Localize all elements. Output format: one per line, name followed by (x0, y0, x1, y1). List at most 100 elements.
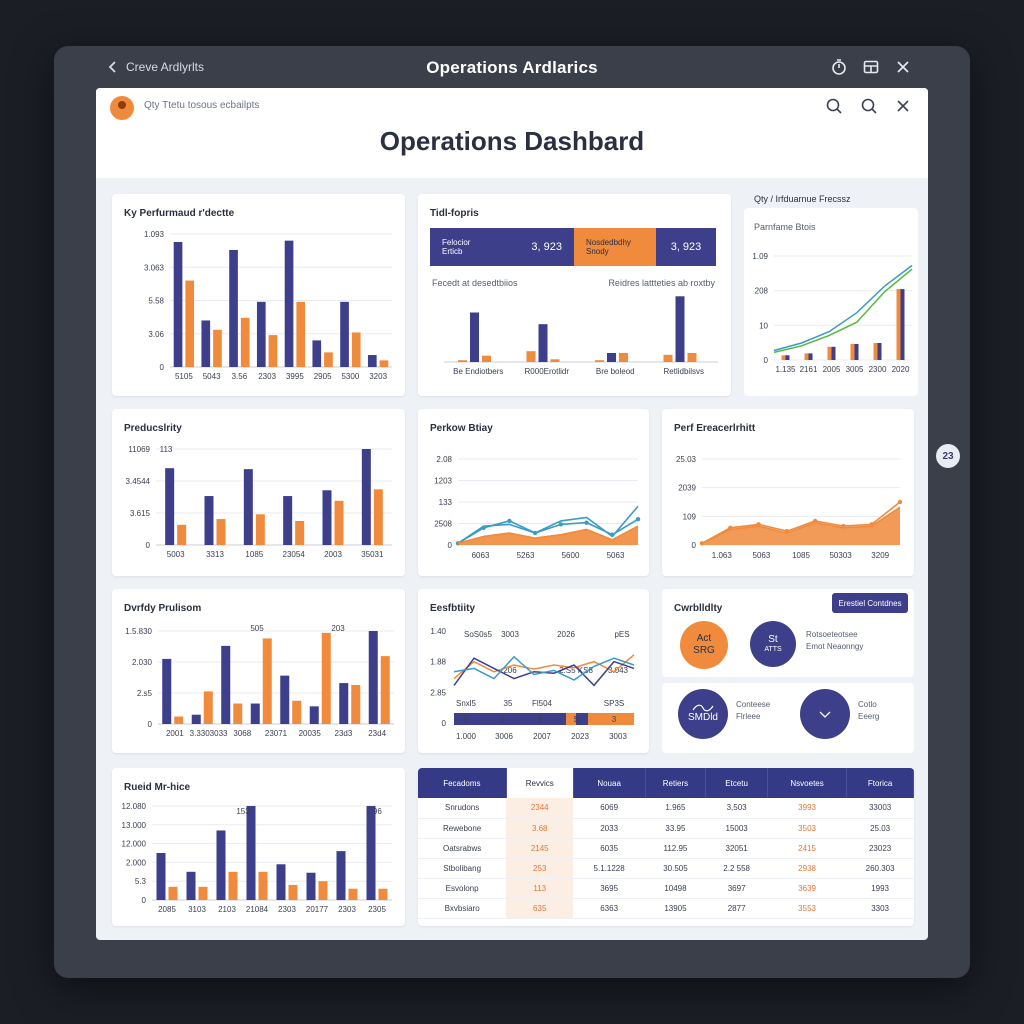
x-tick-label: 35031 (361, 550, 384, 559)
bar (318, 881, 328, 900)
x-tick-label: 2905 (314, 372, 332, 381)
table-cell: 2344 (506, 798, 574, 819)
x-tick-label: 5263 (517, 551, 535, 560)
y-tick-label: 2.030 (132, 658, 153, 667)
x-tick-label: 5063 (753, 551, 771, 560)
bar (191, 714, 201, 724)
table-cell: 6363 (573, 898, 646, 919)
x-tick-label: 3005 (846, 365, 864, 374)
table-cell: 6035 (573, 838, 646, 859)
bar (203, 691, 213, 724)
table-row[interactable]: Bxvbsiaro 635 6363 13905 2877 3553 3303 (418, 898, 914, 919)
stat-circle-4[interactable] (800, 689, 850, 739)
y-tick-label: 1.5.830 (125, 627, 152, 636)
stat-circle-1[interactable]: Act SRG (680, 621, 728, 669)
window-titlebar: Creve Ardlyrlts Operations Ardlarics (54, 46, 970, 88)
table-cell: 13905 (645, 898, 706, 919)
top-label: 203 (331, 624, 345, 633)
circle-line2: ATTS (764, 645, 782, 653)
table-header-cell[interactable]: Etcetu (705, 768, 768, 798)
panel-eesfoity: Eesfbtiity 1.40 1.88 2.85 0 SoS0s5 3003 2026 pE… (418, 589, 649, 753)
timer-button[interactable] (830, 58, 848, 76)
x-tick-label: 23054 (283, 550, 306, 559)
close-icon (897, 61, 909, 73)
table-cell: Rewebone (418, 818, 507, 839)
stat-circle-3[interactable]: SMDld (678, 689, 728, 739)
bar (168, 886, 178, 900)
side-badge[interactable]: 23 (936, 444, 960, 468)
search-button[interactable] (825, 97, 843, 115)
table-header-cell[interactable]: Nouaa (573, 768, 646, 798)
table-row[interactable]: Snrudons 2344 6069 1.965 3,503 3993 33003 (418, 798, 914, 819)
table-cell: Esvolonp (418, 878, 507, 899)
bar (339, 683, 349, 724)
top-label: 153 (236, 807, 250, 816)
top-label: pES (614, 630, 629, 639)
table-header-cell[interactable]: Nsvoetes (767, 768, 848, 798)
y-tick-label: 133 (439, 498, 453, 507)
top-label: 505 (250, 624, 264, 633)
x-tick-label: 23d4 (368, 729, 386, 738)
table-cell: 2938 (767, 858, 847, 879)
table-cell: 113 (506, 878, 574, 899)
table-cell: 2145 (506, 838, 574, 859)
x-tick-label: 23d3 (335, 729, 353, 738)
x-tick-label: 21084 (246, 905, 269, 914)
circle-2-text: Rotsoeteotsee Emot Neaonngy (806, 629, 863, 653)
x-tick-label: 3995 (286, 372, 304, 381)
avatar[interactable] (110, 96, 134, 120)
table-cell: 260.303 (846, 858, 914, 879)
table-cell: 3993 (767, 798, 847, 819)
table-header-cell[interactable]: Ftorica (846, 768, 914, 798)
bar (201, 320, 211, 367)
stat-circle-2[interactable]: St ATTS (750, 621, 796, 667)
x-tick-label: 3103 (188, 905, 206, 914)
x-tick-label: 2303 (278, 905, 296, 914)
extra-label: 113 (160, 445, 173, 454)
bar (280, 675, 290, 724)
table-header-cell[interactable]: Revvics (506, 768, 574, 798)
panel-perkow: Perkow Btiay 2.08 1203 133 2508 0 6063 5263 560… (418, 409, 649, 576)
bar (538, 324, 548, 362)
y-tick-label: 2.85 (430, 688, 446, 697)
x-tick-label: 2023 (571, 732, 589, 741)
productivity-bar-chart: 11069 3.4544 3.615 0 5003 3313 1085 23054 2003 35… (126, 445, 392, 559)
table-header-cell[interactable]: Fecadoms (418, 768, 507, 798)
strip-label: 3 (612, 715, 617, 724)
table-row[interactable]: Rewebone 3.68 2033 33.95 15003 3503 25.03 (418, 818, 914, 839)
data-point (728, 525, 733, 530)
x-tick-label: 5043 (203, 372, 221, 381)
y-tick-label: 109 (683, 512, 697, 521)
y-tick-label: 0 (442, 719, 447, 728)
table-row[interactable]: Stbolibang 253 5.1.1228 30.505 2.2 558 2938 26… (418, 858, 914, 879)
x-tick-label: 5105 (175, 372, 193, 381)
close-window-button[interactable] (894, 58, 912, 76)
bar (322, 490, 332, 545)
bar (292, 700, 302, 724)
bar (256, 301, 266, 367)
bar (367, 355, 377, 367)
panel-productivity: Preducslrity 11069 3.4544 3.615 0 5003 3313 10… (112, 409, 405, 576)
bar (216, 830, 226, 900)
y-tick-label: 3.4544 (126, 477, 151, 486)
x-tick-label: 50303 (829, 551, 852, 560)
x-tick-label: 3203 (369, 372, 387, 381)
table-row[interactable]: Esvolonp 113 3695 10498 3697 3639 1993 (418, 878, 914, 899)
bar (186, 871, 196, 900)
circle-line1: St (768, 633, 778, 645)
table-cell: 33003 (846, 798, 914, 819)
table-cell: 112.95 (645, 838, 706, 859)
table-row[interactable]: Oatsrabws 2145 6035 112.95 32051 2415 23023 (418, 838, 914, 859)
bar (221, 645, 231, 724)
close-button[interactable] (894, 97, 912, 115)
y-tick-label: 11069 (128, 445, 150, 454)
table-body: Snrudons 2344 6069 1.965 3,503 3993 33003 Reweb… (418, 798, 914, 919)
x-tick-label: 2003 (324, 550, 342, 559)
zoom-button[interactable] (860, 97, 878, 115)
erestiel-button[interactable]: Erestiel Contdnes (832, 593, 908, 613)
y-tick-label: 5.58 (148, 297, 164, 306)
table-header-cell[interactable]: Retiers (645, 768, 707, 798)
y-tick-label: 0 (692, 541, 697, 550)
x-tick-label: 1085 (792, 551, 810, 560)
layout-button[interactable] (862, 58, 880, 76)
